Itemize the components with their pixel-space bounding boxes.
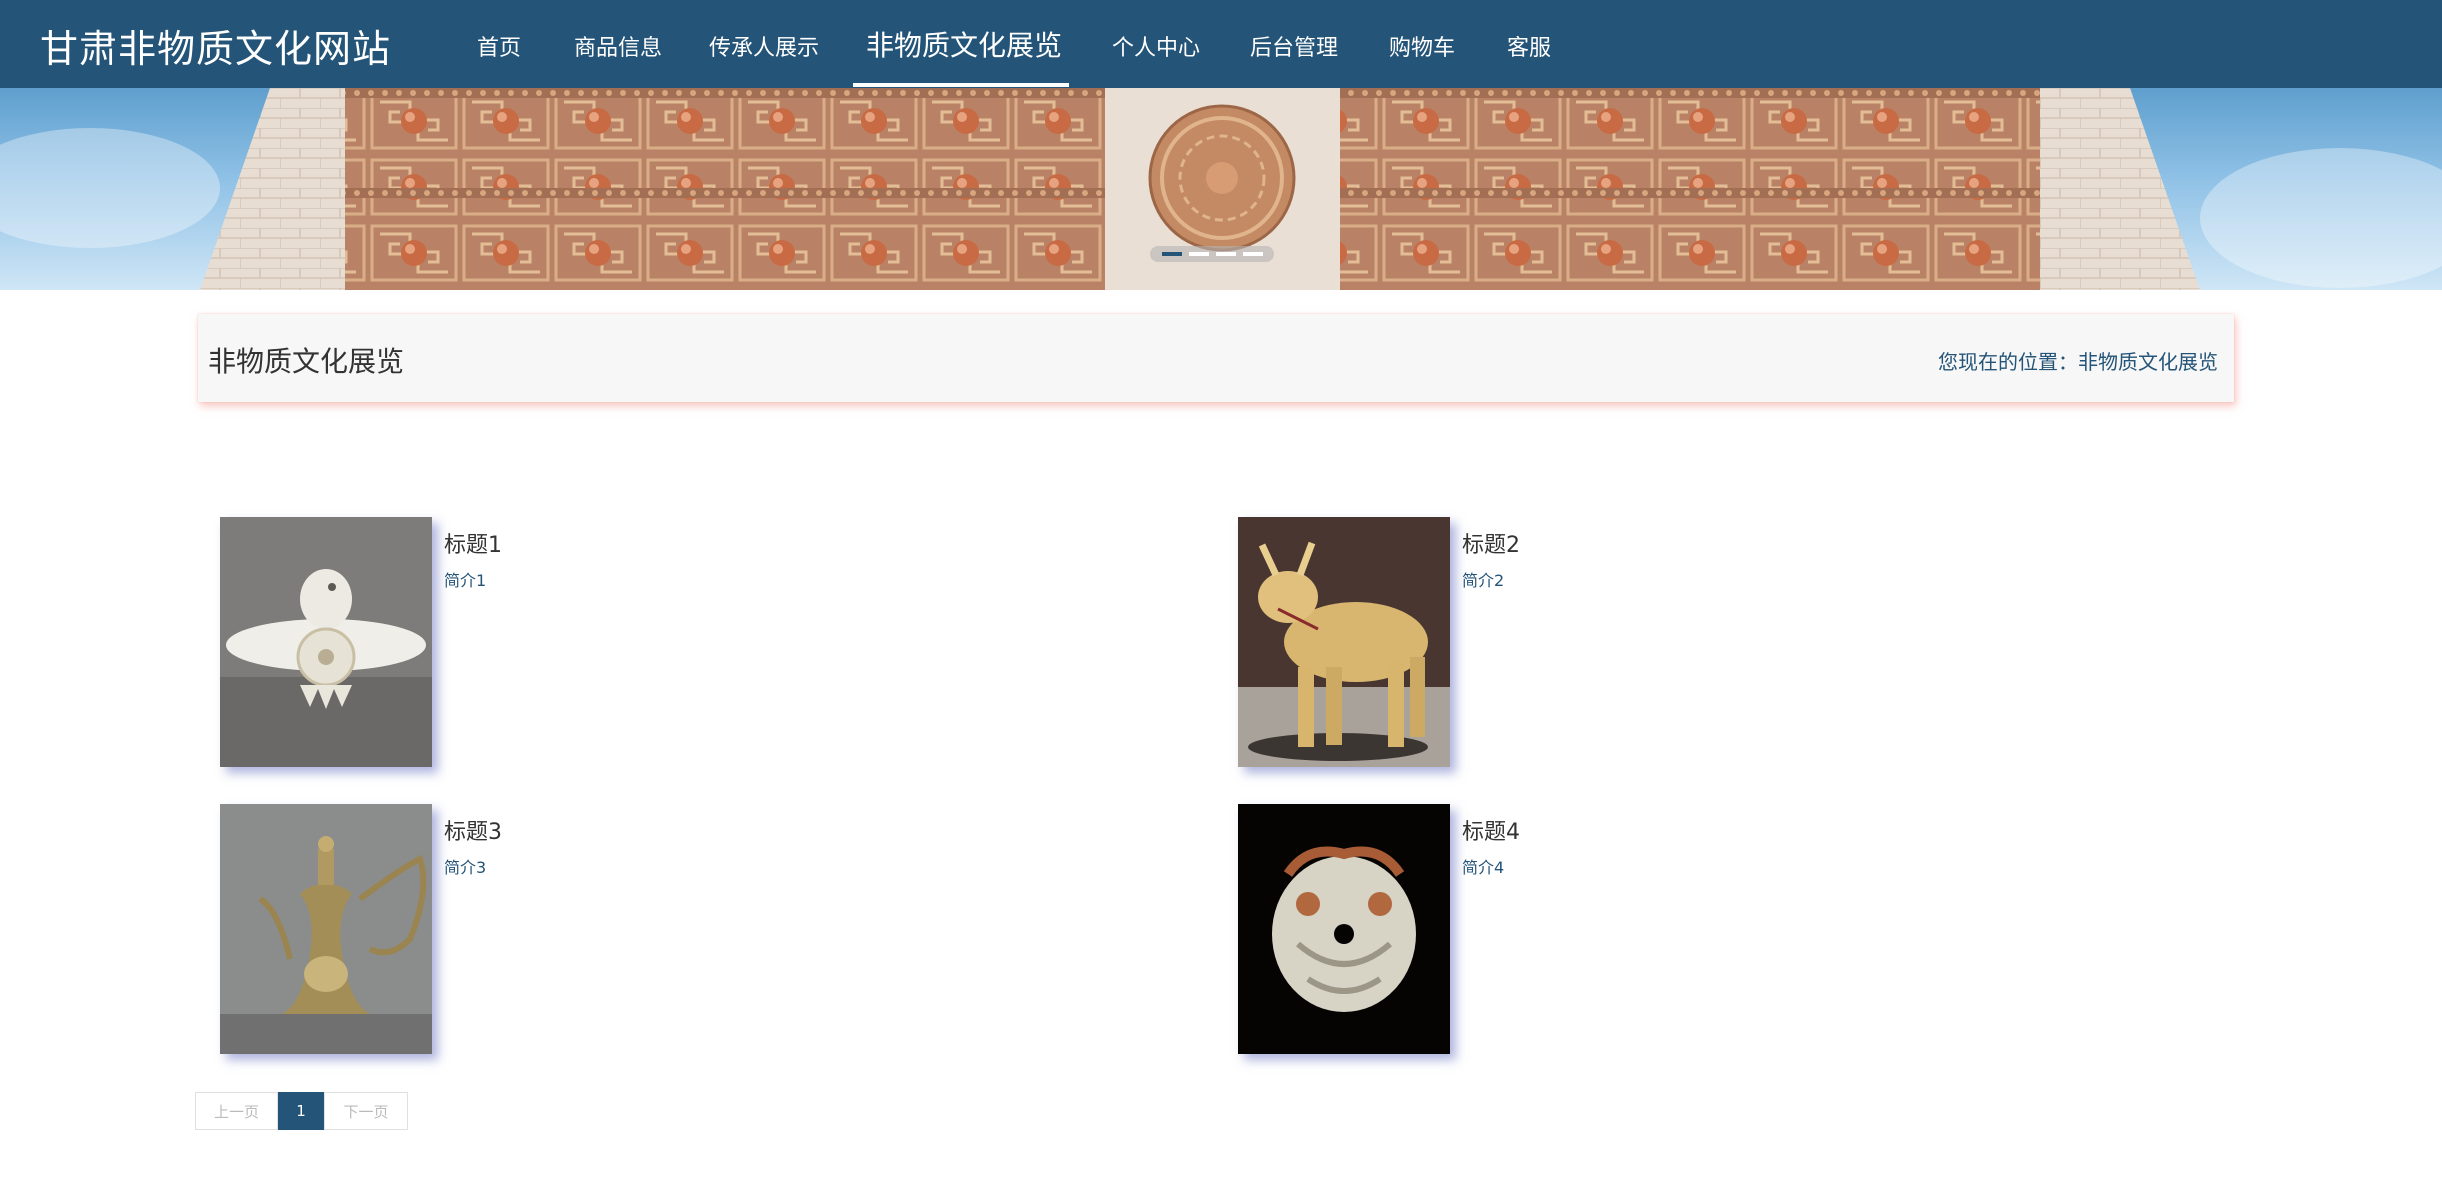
exhibit-image[interactable]	[1238, 517, 1450, 767]
nav-exhibition[interactable]: 非物质文化展览	[866, 24, 1062, 64]
pagination: 上一页 1 下一页	[195, 1092, 408, 1130]
nav-admin[interactable]: 后台管理	[1250, 30, 1338, 62]
exhibit-desc[interactable]: 简介4	[1462, 854, 1504, 878]
exhibit-card[interactable]: 标题2 简介2	[1238, 517, 1838, 767]
exhibit-title[interactable]: 标题1	[444, 527, 502, 559]
exhibit-title[interactable]: 标题3	[444, 814, 502, 846]
top-navbar: 甘肃非物质文化网站 首页 商品信息 传承人展示 非物质文化展览 个人中心 后台管…	[0, 0, 2442, 88]
carousel-indicators	[1150, 246, 1274, 262]
page-title-bar: 非物质文化展览 您现在的位置：非物质文化展览	[198, 314, 2234, 402]
exhibit-desc[interactable]: 简介3	[444, 854, 486, 878]
nav-inheritors[interactable]: 传承人展示	[709, 30, 819, 62]
exhibit-card[interactable]: 标题1 简介1	[220, 517, 820, 767]
nav-service[interactable]: 客服	[1507, 30, 1551, 62]
banner-carousel[interactable]	[0, 88, 2442, 290]
exhibit-desc[interactable]: 简介2	[1462, 567, 1504, 591]
breadcrumb-current[interactable]: 非物质文化展览	[2078, 350, 2218, 374]
nav-home[interactable]: 首页	[477, 30, 521, 62]
carousel-dot[interactable]	[1215, 252, 1236, 256]
breadcrumb-prefix: 您现在的位置：	[1938, 350, 2078, 374]
prev-page-button[interactable]: 上一页	[195, 1092, 278, 1130]
exhibit-title[interactable]: 标题4	[1462, 814, 1520, 846]
carousel-dot[interactable]	[1188, 252, 1209, 256]
exhibit-image[interactable]	[1238, 804, 1450, 1054]
carousel-dot[interactable]	[1161, 252, 1182, 256]
exhibit-card[interactable]: 标题4 简介4	[1238, 804, 1838, 1054]
nav-active-indicator	[853, 83, 1069, 87]
exhibit-desc[interactable]: 简介1	[444, 567, 486, 591]
page-1-button[interactable]: 1	[278, 1092, 324, 1130]
breadcrumb: 您现在的位置：非物质文化展览	[1938, 346, 2218, 375]
page-title: 非物质文化展览	[208, 345, 405, 378]
nav-products[interactable]: 商品信息	[574, 30, 662, 62]
exhibit-card[interactable]: 标题3 简介3	[220, 804, 820, 1054]
nav-cart[interactable]: 购物车	[1389, 30, 1455, 62]
exhibit-image[interactable]	[220, 517, 432, 767]
exhibit-title[interactable]: 标题2	[1462, 527, 1520, 559]
site-brand[interactable]: 甘肃非物质文化网站	[40, 18, 391, 73]
carousel-dot[interactable]	[1242, 252, 1263, 256]
exhibit-image[interactable]	[220, 804, 432, 1054]
nav-profile[interactable]: 个人中心	[1112, 30, 1200, 62]
next-page-button[interactable]: 下一页	[324, 1092, 408, 1130]
